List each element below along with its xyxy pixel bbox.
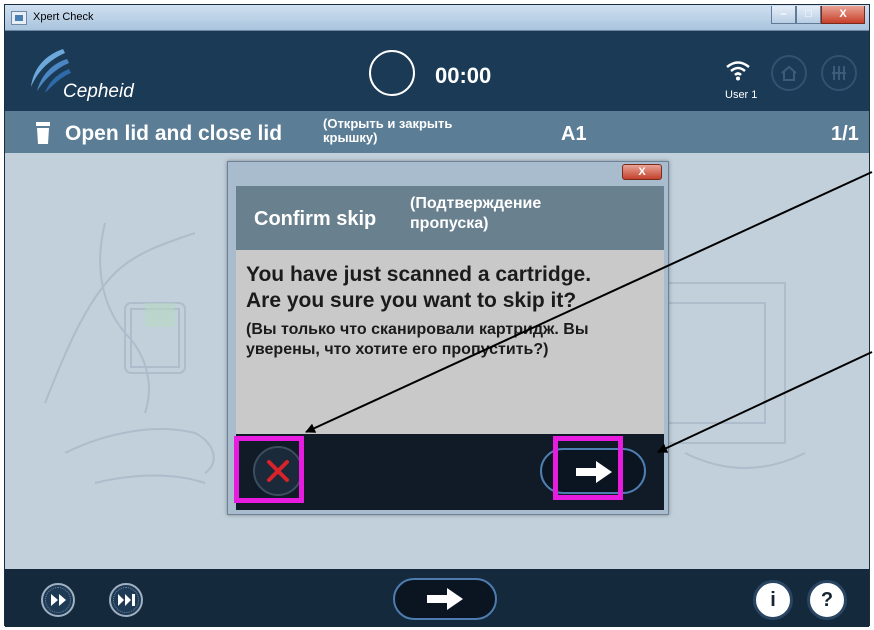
grid-button[interactable] xyxy=(821,55,857,91)
help-button[interactable]: ? xyxy=(807,580,847,620)
step-position: A1 xyxy=(561,123,587,145)
cancel-highlight-box xyxy=(234,436,304,503)
dialog-message: You have just scanned a cartridge. Are y… xyxy=(246,263,592,312)
home-icon xyxy=(781,65,797,81)
app-header: Cepheid 00:00 User 1 xyxy=(5,31,869,111)
title-bar: Xpert Check – □ X xyxy=(5,5,869,31)
skip-next-button[interactable] xyxy=(109,583,143,617)
fast-forward-icon xyxy=(51,594,66,606)
step-title: Open lid and close lid xyxy=(65,122,283,145)
maximize-button[interactable]: □ xyxy=(796,6,821,24)
minimize-button[interactable]: – xyxy=(771,6,796,24)
dialog-title-ru: (Подтверждение пропуска) xyxy=(410,195,542,232)
dialog-close-button[interactable]: X xyxy=(622,164,662,180)
cup-icon xyxy=(36,122,50,144)
confirm-highlight-box xyxy=(553,436,623,500)
footer-bar: i ? xyxy=(5,569,869,627)
step-title-ru: (Открыть и закрыть крышку) xyxy=(323,116,453,145)
dialog-body: You have just scanned a cartridge. Are y… xyxy=(236,250,664,434)
home-button[interactable] xyxy=(771,55,807,91)
next-button[interactable] xyxy=(393,578,497,620)
window-title: Xpert Check xyxy=(33,11,94,23)
dialog-message-ru: (Вы только что сканировали картридж. Вы … xyxy=(246,321,589,358)
dialog-title: Confirm skip xyxy=(254,208,377,230)
info-button[interactable]: i xyxy=(753,580,793,620)
fast-forward-button[interactable] xyxy=(41,583,75,617)
skip-next-icon xyxy=(118,594,135,606)
window-controls: – □ X xyxy=(771,6,865,24)
grid-icon xyxy=(832,66,846,80)
timer-ring xyxy=(369,50,415,96)
window-close-button[interactable]: X xyxy=(821,6,865,24)
brand-name: Cepheid xyxy=(63,81,134,102)
dialog-header: Confirm skip (Подтверждение пропуска) xyxy=(236,186,664,250)
app-window: Xpert Check – □ X Cepheid 00:00 User 1 O… xyxy=(4,4,870,627)
arrow-right-icon xyxy=(427,588,463,610)
step-count: 1/1 xyxy=(831,123,859,145)
wifi-icon xyxy=(726,61,750,81)
user-label: User 1 xyxy=(725,89,758,101)
step-bar: Open lid and close lid (Открыть и закрыт… xyxy=(5,111,869,153)
timer-display: 00:00 xyxy=(435,63,492,88)
app-icon xyxy=(11,11,27,25)
